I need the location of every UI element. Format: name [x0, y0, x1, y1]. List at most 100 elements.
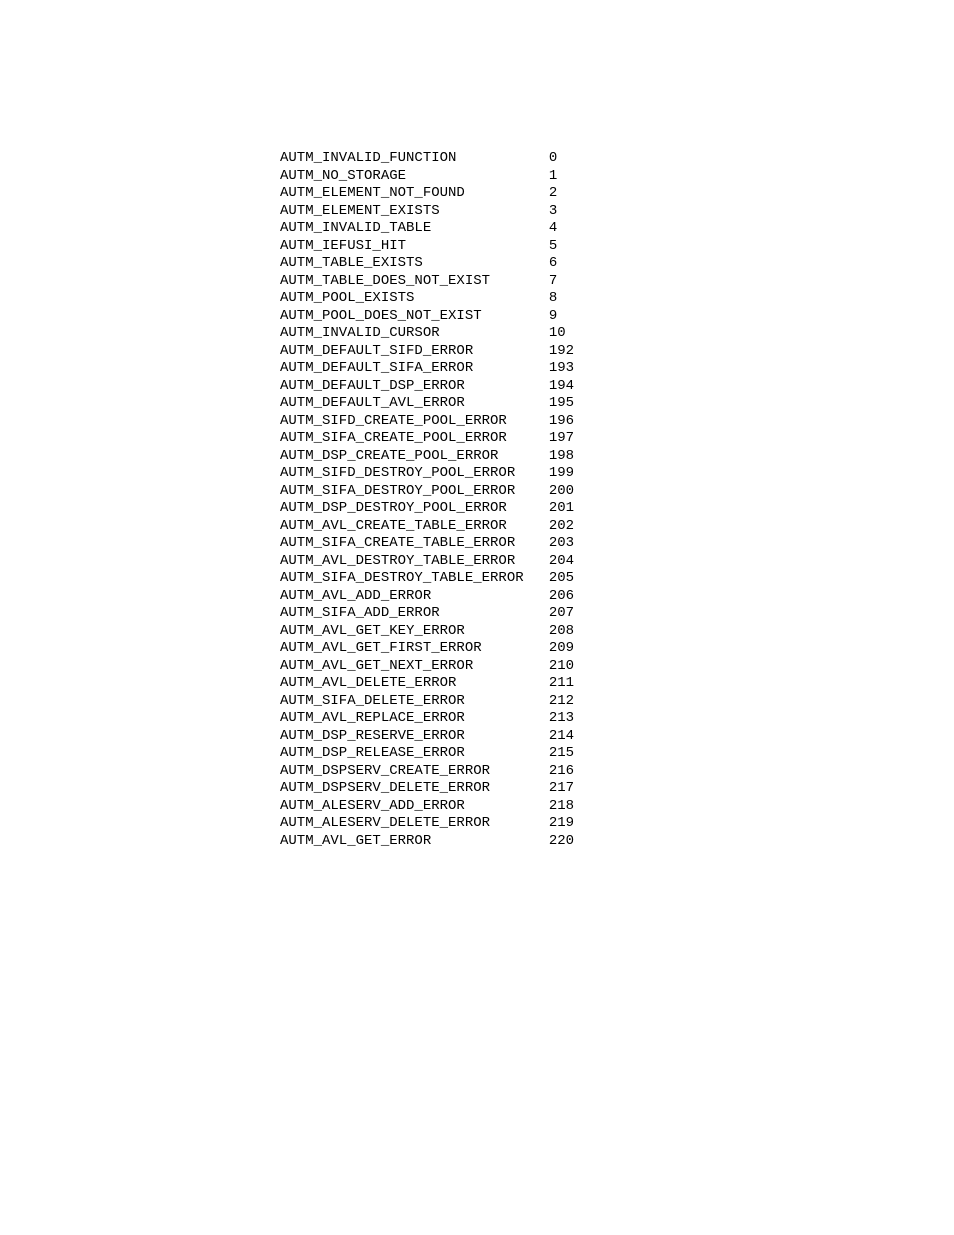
constant-value: 4 — [549, 220, 557, 238]
constant-name: AUTM_DSP_DESTROY_POOL_ERROR — [280, 500, 549, 518]
constant-value: 201 — [549, 500, 574, 518]
code-row: AUTM_SIFD_DESTROY_POOL_ERROR199 — [280, 465, 954, 483]
constant-name: AUTM_DEFAULT_AVL_ERROR — [280, 395, 549, 413]
constant-value: 2 — [549, 185, 557, 203]
code-row: AUTM_POOL_EXISTS8 — [280, 290, 954, 308]
constant-value: 206 — [549, 588, 574, 606]
code-row: AUTM_DSP_CREATE_POOL_ERROR198 — [280, 448, 954, 466]
constant-value: 209 — [549, 640, 574, 658]
constant-name: AUTM_DSPSERV_CREATE_ERROR — [280, 763, 549, 781]
code-row: AUTM_INVALID_CURSOR10 — [280, 325, 954, 343]
constant-value: 10 — [549, 325, 566, 343]
constant-value: 194 — [549, 378, 574, 396]
constant-name: AUTM_DSPSERV_DELETE_ERROR — [280, 780, 549, 798]
constant-value: 7 — [549, 273, 557, 291]
code-row: AUTM_POOL_DOES_NOT_EXIST9 — [280, 308, 954, 326]
code-row: AUTM_ALESERV_ADD_ERROR218 — [280, 798, 954, 816]
code-row: AUTM_AVL_DELETE_ERROR211 — [280, 675, 954, 693]
code-row: AUTM_DSP_DESTROY_POOL_ERROR201 — [280, 500, 954, 518]
constant-name: AUTM_AVL_REPLACE_ERROR — [280, 710, 549, 728]
code-row: AUTM_SIFD_CREATE_POOL_ERROR196 — [280, 413, 954, 431]
code-row: AUTM_DEFAULT_SIFA_ERROR193 — [280, 360, 954, 378]
constant-name: AUTM_SIFD_CREATE_POOL_ERROR — [280, 413, 549, 431]
constant-value: 193 — [549, 360, 574, 378]
code-row: AUTM_DEFAULT_AVL_ERROR195 — [280, 395, 954, 413]
constant-value: 207 — [549, 605, 574, 623]
code-row: AUTM_SIFA_DESTROY_POOL_ERROR200 — [280, 483, 954, 501]
constant-name: AUTM_SIFD_DESTROY_POOL_ERROR — [280, 465, 549, 483]
constant-value: 3 — [549, 203, 557, 221]
constant-value: 203 — [549, 535, 574, 553]
code-row: AUTM_DSPSERV_DELETE_ERROR217 — [280, 780, 954, 798]
constant-value: 215 — [549, 745, 574, 763]
constant-name: AUTM_INVALID_FUNCTION — [280, 150, 549, 168]
code-row: AUTM_DSP_RELEASE_ERROR215 — [280, 745, 954, 763]
constant-name: AUTM_ELEMENT_EXISTS — [280, 203, 549, 221]
constant-value: 8 — [549, 290, 557, 308]
constant-name: AUTM_AVL_DELETE_ERROR — [280, 675, 549, 693]
constant-value: 192 — [549, 343, 574, 361]
constant-name: AUTM_SIFA_DELETE_ERROR — [280, 693, 549, 711]
constant-name: AUTM_INVALID_CURSOR — [280, 325, 549, 343]
code-row: AUTM_INVALID_FUNCTION0 — [280, 150, 954, 168]
code-row: AUTM_TABLE_EXISTS6 — [280, 255, 954, 273]
constant-name: AUTM_DSP_RELEASE_ERROR — [280, 745, 549, 763]
constant-name: AUTM_DEFAULT_SIFD_ERROR — [280, 343, 549, 361]
constant-name: AUTM_ALESERV_ADD_ERROR — [280, 798, 549, 816]
constant-value: 218 — [549, 798, 574, 816]
code-row: AUTM_INVALID_TABLE4 — [280, 220, 954, 238]
code-row: AUTM_IEFUSI_HIT5 — [280, 238, 954, 256]
constant-value: 195 — [549, 395, 574, 413]
constant-value: 9 — [549, 308, 557, 326]
constant-value: 216 — [549, 763, 574, 781]
constant-name: AUTM_DEFAULT_DSP_ERROR — [280, 378, 549, 396]
code-row: AUTM_AVL_ADD_ERROR206 — [280, 588, 954, 606]
constant-value: 5 — [549, 238, 557, 256]
constant-name: AUTM_AVL_GET_FIRST_ERROR — [280, 640, 549, 658]
constant-name: AUTM_DSP_CREATE_POOL_ERROR — [280, 448, 549, 466]
constant-name: AUTM_DEFAULT_SIFA_ERROR — [280, 360, 549, 378]
code-row: AUTM_DEFAULT_DSP_ERROR194 — [280, 378, 954, 396]
code-row: AUTM_AVL_GET_NEXT_ERROR210 — [280, 658, 954, 676]
code-row: AUTM_AVL_GET_KEY_ERROR208 — [280, 623, 954, 641]
code-row: AUTM_DSP_RESERVE_ERROR214 — [280, 728, 954, 746]
constant-value: 204 — [549, 553, 574, 571]
constant-value: 220 — [549, 833, 574, 851]
constant-value: 1 — [549, 168, 557, 186]
constant-name: AUTM_INVALID_TABLE — [280, 220, 549, 238]
constant-value: 205 — [549, 570, 574, 588]
constant-value: 198 — [549, 448, 574, 466]
constant-name: AUTM_AVL_CREATE_TABLE_ERROR — [280, 518, 549, 536]
constant-value: 199 — [549, 465, 574, 483]
constant-value: 202 — [549, 518, 574, 536]
constant-name: AUTM_AVL_GET_KEY_ERROR — [280, 623, 549, 641]
constant-name: AUTM_TABLE_DOES_NOT_EXIST — [280, 273, 549, 291]
code-row: AUTM_SIFA_DESTROY_TABLE_ERROR205 — [280, 570, 954, 588]
constant-name: AUTM_DSP_RESERVE_ERROR — [280, 728, 549, 746]
constant-value: 208 — [549, 623, 574, 641]
constant-name: AUTM_SIFA_CREATE_TABLE_ERROR — [280, 535, 549, 553]
code-row: AUTM_SIFA_CREATE_TABLE_ERROR203 — [280, 535, 954, 553]
constant-value: 0 — [549, 150, 557, 168]
constant-name: AUTM_SIFA_CREATE_POOL_ERROR — [280, 430, 549, 448]
constant-name: AUTM_POOL_EXISTS — [280, 290, 549, 308]
constant-value: 197 — [549, 430, 574, 448]
code-row: AUTM_NO_STORAGE1 — [280, 168, 954, 186]
constant-value: 196 — [549, 413, 574, 431]
constant-name: AUTM_AVL_GET_ERROR — [280, 833, 549, 851]
constant-name: AUTM_SIFA_DESTROY_TABLE_ERROR — [280, 570, 549, 588]
code-row: AUTM_SIFA_CREATE_POOL_ERROR197 — [280, 430, 954, 448]
code-row: AUTM_AVL_GET_FIRST_ERROR209 — [280, 640, 954, 658]
constant-name: AUTM_POOL_DOES_NOT_EXIST — [280, 308, 549, 326]
constant-name: AUTM_ALESERV_DELETE_ERROR — [280, 815, 549, 833]
constant-value: 219 — [549, 815, 574, 833]
constant-value: 213 — [549, 710, 574, 728]
code-listing: AUTM_INVALID_FUNCTION0AUTM_NO_STORAGE1AU… — [0, 0, 954, 850]
code-row: AUTM_TABLE_DOES_NOT_EXIST7 — [280, 273, 954, 291]
constant-name: AUTM_TABLE_EXISTS — [280, 255, 549, 273]
code-row: AUTM_AVL_CREATE_TABLE_ERROR202 — [280, 518, 954, 536]
constant-value: 211 — [549, 675, 574, 693]
constant-name: AUTM_AVL_ADD_ERROR — [280, 588, 549, 606]
code-row: AUTM_DEFAULT_SIFD_ERROR192 — [280, 343, 954, 361]
constant-value: 212 — [549, 693, 574, 711]
